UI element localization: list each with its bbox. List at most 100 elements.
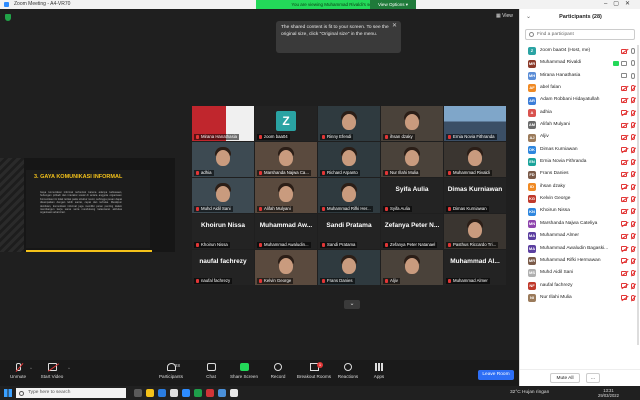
share-screen-button[interactable]: Share Screen — [226, 363, 262, 379]
audio-options-caret-icon[interactable]: ^ — [30, 366, 32, 371]
microphone-muted-icon[interactable] — [631, 208, 635, 215]
camera-off-icon[interactable] — [621, 196, 627, 202]
participant-video-tile[interactable]: adhia — [192, 142, 254, 177]
microphone-muted-icon[interactable] — [631, 270, 635, 277]
participant-row[interactable]: MH Mirana Hanathasia — [520, 70, 640, 82]
zoom-taskbar-icon[interactable] — [182, 389, 190, 397]
participant-video-tile[interactable]: Aljiv — [381, 250, 443, 285]
taskbar-search-input[interactable]: Type here to search — [16, 388, 126, 398]
participant-video-tile[interactable]: Mirana Hanathasia — [192, 106, 254, 141]
participant-row[interactable]: MA Muhammad Almer — [520, 230, 640, 242]
camera-off-icon[interactable] — [621, 270, 627, 276]
microphone-muted-icon[interactable] — [631, 220, 635, 227]
microphone-muted-icon[interactable] — [631, 159, 635, 166]
participant-row[interactable]: MS Muhd Aidil Sani — [520, 267, 640, 279]
participant-video-tile[interactable]: Zzoom baa04 — [255, 106, 317, 141]
participant-row[interactable]: EN Ernia Novia Fithranda — [520, 156, 640, 168]
participant-video-tile[interactable]: Syifa Aulia Syifa Aulia — [381, 178, 443, 213]
participant-video-tile[interactable]: Frans Danies — [318, 250, 380, 285]
camera-off-icon[interactable] — [621, 97, 627, 103]
close-icon[interactable]: ✕ — [392, 23, 397, 30]
participant-video-tile[interactable]: Muhammad Aw... Muhammad Awaludin... — [255, 214, 317, 249]
participant-row[interactable]: Aadhia — [520, 107, 640, 119]
participant-row[interactable]: FD Frans Danies — [520, 168, 640, 180]
microphone-muted-icon[interactable] — [631, 171, 635, 178]
microphone-icon[interactable] — [631, 48, 635, 54]
microphone-icon[interactable] — [631, 72, 635, 79]
participant-row[interactable]: AR Adam Robbani Hidayatullah — [520, 94, 640, 106]
participant-video-tile[interactable]: Marshanda Najwa Ca... — [255, 142, 317, 177]
camera-off-icon[interactable] — [621, 246, 627, 251]
participant-video-tile[interactable]: Alifah Mulyani — [255, 178, 317, 213]
participant-video-tile[interactable]: Richard Arpanto — [318, 142, 380, 177]
edge-browser-icon[interactable] — [158, 389, 166, 397]
gallery-next-page-button[interactable]: ⌄ — [344, 300, 360, 309]
camera-off-icon[interactable] — [621, 122, 627, 128]
camera-off-icon[interactable] — [621, 147, 627, 153]
mute-all-button[interactable]: Mute All — [550, 373, 580, 383]
weather-widget[interactable]: 32°C Hujan ringan — [510, 386, 549, 400]
participant-video-tile[interactable]: Nur Illahi Mulia — [381, 142, 443, 177]
participant-video-tile[interactable]: ihsan dzaky — [381, 106, 443, 141]
participant-row[interactable]: MR Muhammad Rifki Hermawan — [520, 255, 640, 267]
camera-off-icon[interactable] — [621, 85, 627, 91]
microphone-muted-icon[interactable] — [631, 183, 635, 190]
collapse-chevron-icon[interactable]: ⌄ — [526, 9, 531, 26]
participant-row[interactable]: NI Nur Illahi Mulia — [520, 292, 640, 304]
participant-video-tile[interactable]: Muhammad Rifki Her... — [318, 178, 380, 213]
microphone-icon[interactable] — [631, 60, 635, 67]
camera-off-icon[interactable] — [621, 184, 627, 190]
participant-video-tile[interactable]: Khoirun Nissa Khoirun Nissa — [192, 214, 254, 249]
participant-video-tile[interactable]: Dimas Kurniawan Dimas Kurniawan — [444, 178, 506, 213]
view-button[interactable]: ▦ View — [496, 13, 513, 19]
participant-video-tile[interactable]: Kelvin George — [255, 250, 317, 285]
participant-video-tile[interactable]: Rinny Efendi — [318, 106, 380, 141]
participant-list-scrollbar[interactable] — [637, 45, 639, 345]
participant-row[interactable]: AJ Aljiv — [520, 131, 640, 143]
participant-video-tile[interactable]: Zefanya Peter N... Zefanya Peter Natanael — [381, 214, 443, 249]
camera-off-icon[interactable] — [621, 233, 627, 239]
participant-video-tile[interactable]: Pasthus Riccardo Tri... — [444, 214, 506, 249]
camera-off-icon[interactable] — [621, 159, 627, 165]
microphone-muted-icon[interactable] — [631, 233, 635, 240]
chat-button[interactable]: Chat — [193, 363, 229, 379]
participant-row[interactable]: ID ihsan dzaky — [520, 181, 640, 193]
store-icon[interactable] — [170, 389, 178, 397]
microphone-muted-icon[interactable] — [631, 196, 635, 203]
taskbar-clock[interactable]: 13:31 29/03/2022 — [598, 388, 619, 398]
participants-button[interactable]: 28 Participants — [153, 363, 189, 379]
participant-video-tile[interactable]: Ernia Novia Fithranda — [444, 106, 506, 141]
microphone-muted-icon[interactable] — [631, 122, 635, 129]
encryption-shield-icon[interactable] — [5, 14, 11, 21]
participant-row[interactable]: MN Marshanda Najwa Cateliya — [520, 218, 640, 230]
windows-start-icon[interactable] — [4, 389, 12, 397]
microphone-muted-icon[interactable] — [631, 257, 635, 264]
camera-off-icon[interactable] — [621, 134, 627, 140]
participant-row[interactable]: KN Khoirun Nissa — [520, 205, 640, 217]
view-options-button[interactable]: View Options ▾ — [370, 0, 416, 9]
camera-off-icon[interactable] — [621, 221, 627, 227]
participant-video-tile[interactable]: Sandi Pratama Sandi Pratama — [318, 214, 380, 249]
camera-icon[interactable] — [621, 73, 627, 79]
microphone-muted-icon[interactable] — [631, 97, 635, 104]
microphone-muted-icon[interactable] — [631, 282, 635, 289]
camera-off-icon[interactable] — [621, 48, 627, 54]
camera-off-icon[interactable] — [621, 295, 627, 301]
camera-off-icon[interactable] — [621, 171, 627, 177]
whatsapp-icon[interactable] — [194, 389, 202, 397]
app-icon[interactable] — [206, 389, 214, 397]
file-explorer-icon[interactable] — [146, 389, 154, 397]
leave-room-button[interactable]: Leave Room — [478, 370, 514, 380]
participant-row[interactable]: MR Muhammad Rivaldi — [520, 57, 640, 69]
participant-row[interactable]: DK Dimas Kurniawan — [520, 144, 640, 156]
microphone-muted-icon[interactable] — [631, 109, 635, 116]
window-controls[interactable]: –▢✕ — [604, 0, 636, 9]
participant-video-tile[interactable]: Muhammad Al... Muhammad Almer — [444, 250, 506, 285]
microphone-muted-icon[interactable] — [631, 146, 635, 153]
microphone-muted-icon[interactable] — [631, 245, 635, 252]
participant-row[interactable]: MA Muhammad Awaludin Bagaski... — [520, 243, 640, 255]
camera-off-icon[interactable] — [621, 208, 627, 214]
chrome-icon[interactable] — [230, 389, 238, 397]
participant-video-tile[interactable]: Muhammad Rivaldi — [444, 142, 506, 177]
camera-off-icon[interactable] — [621, 258, 627, 264]
